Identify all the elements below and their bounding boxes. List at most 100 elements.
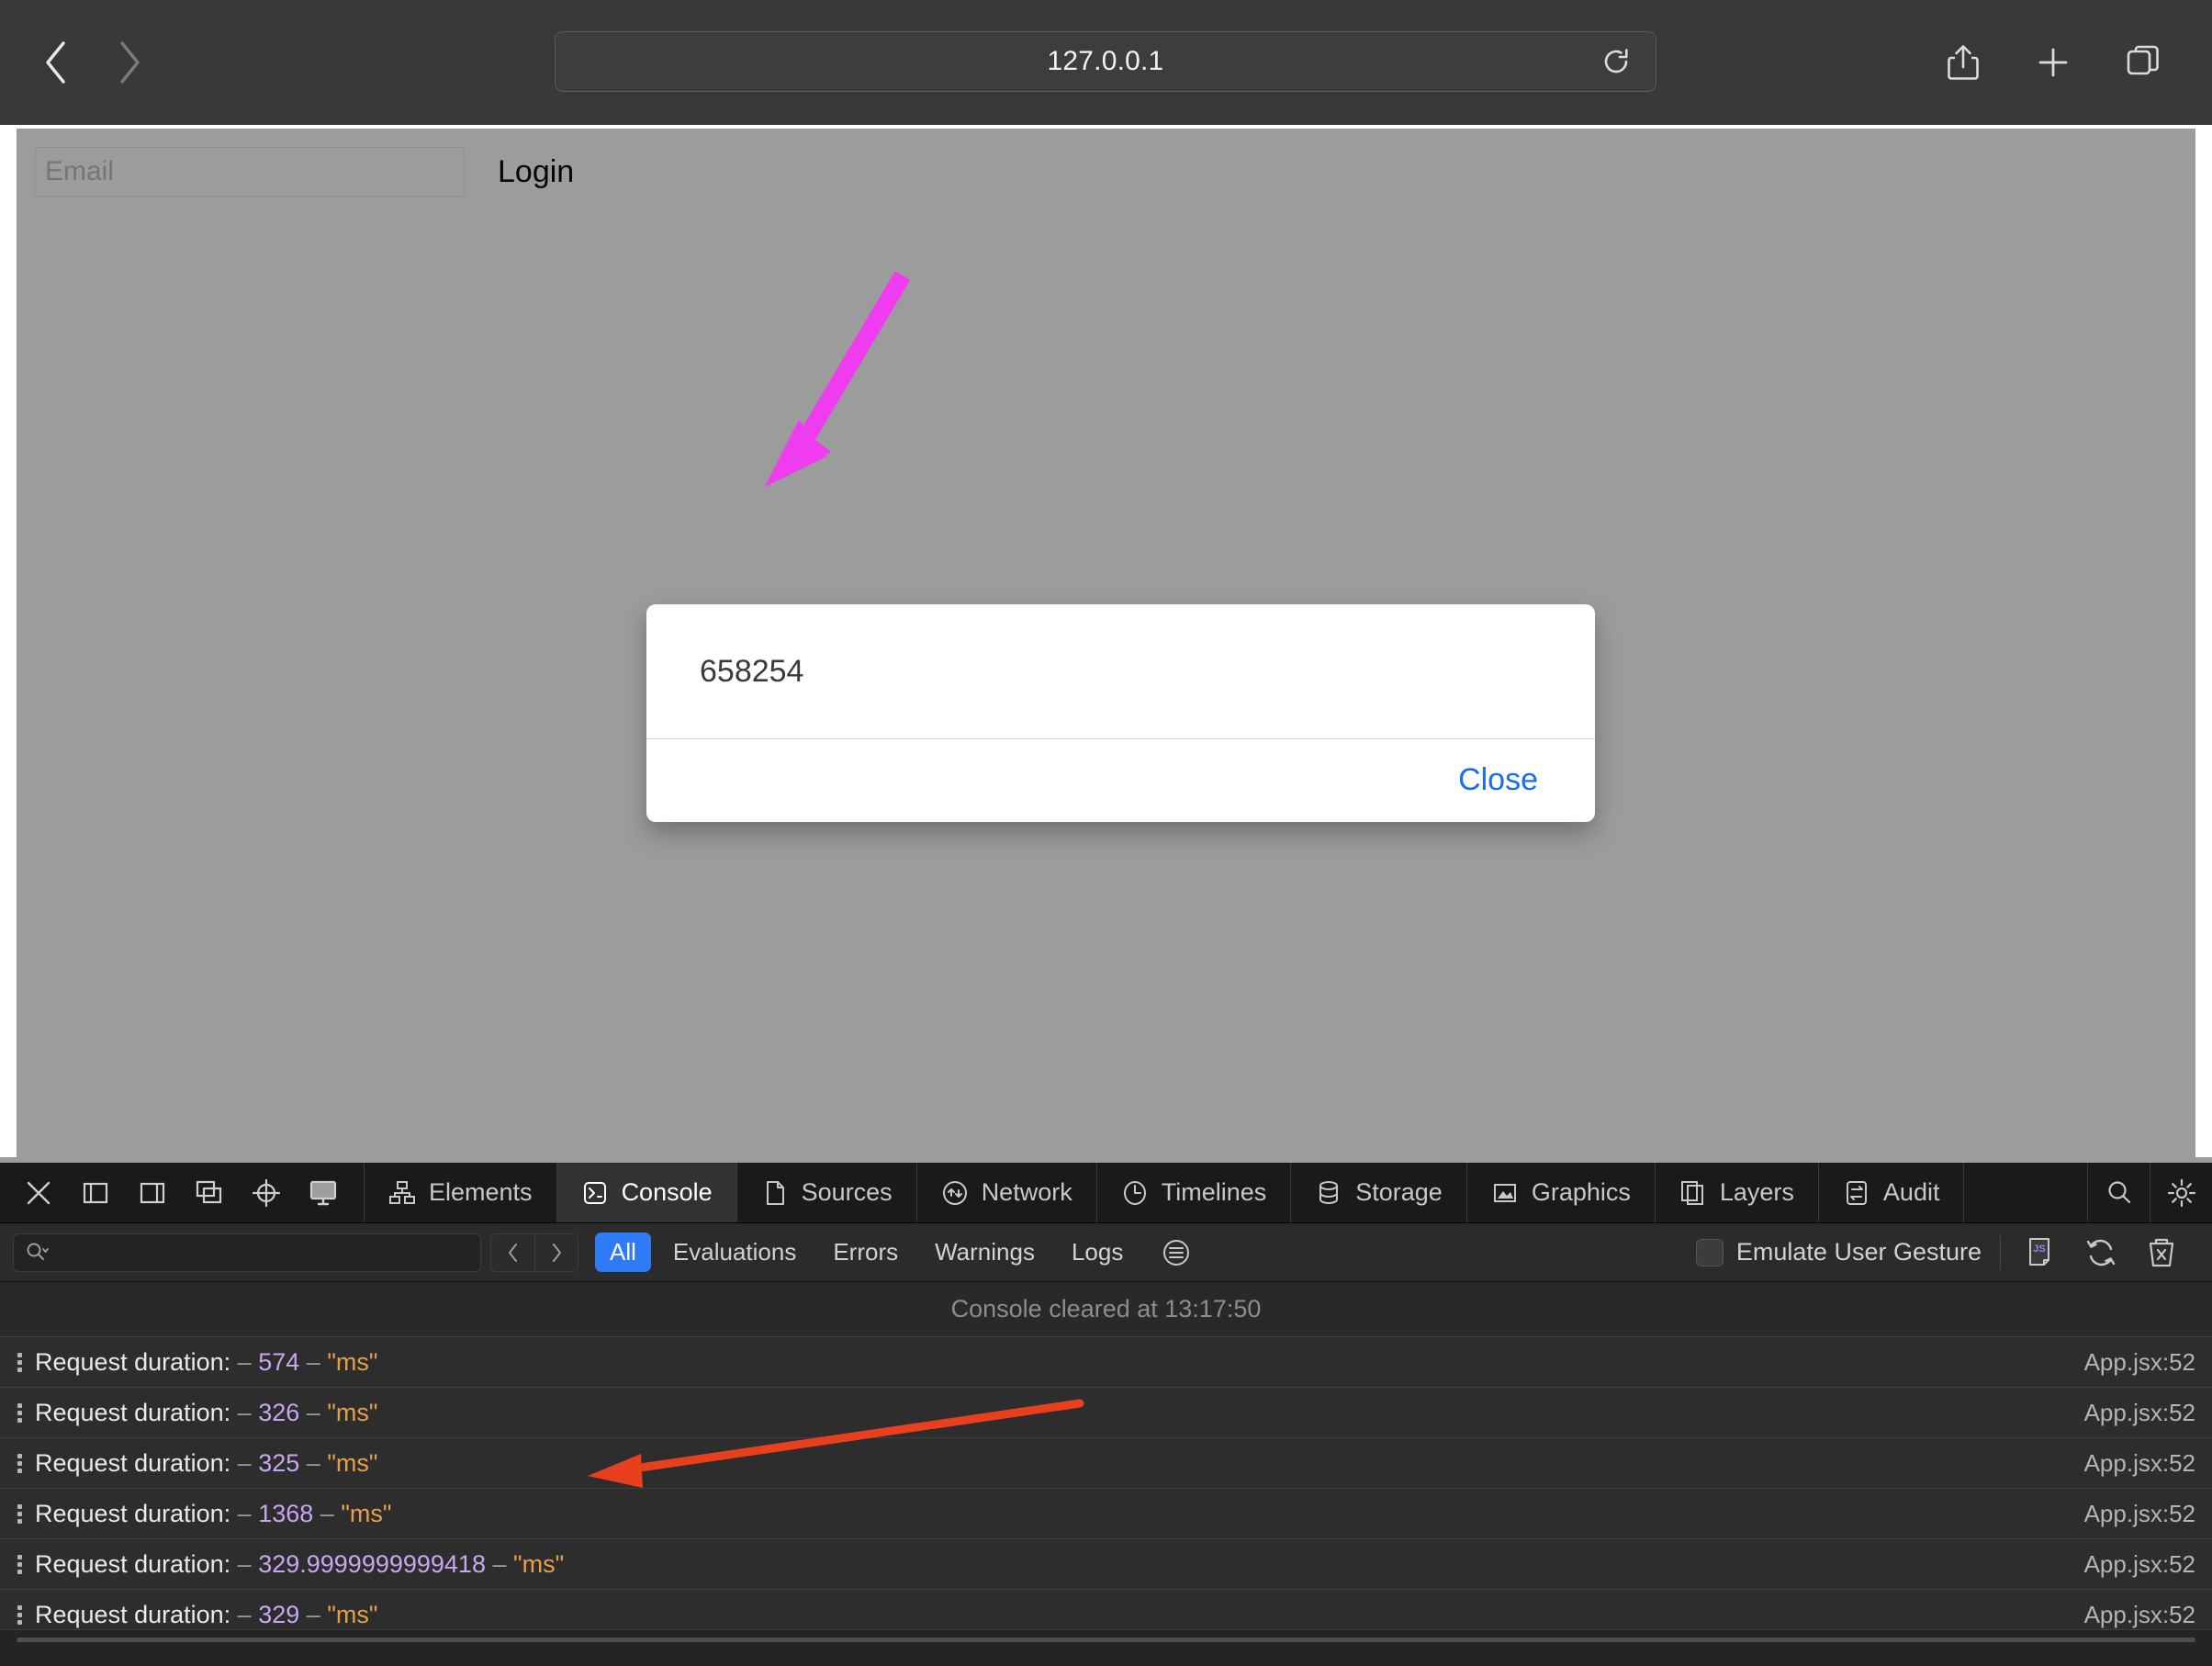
clear-console-button[interactable] (2140, 1232, 2183, 1274)
timelines-icon (1121, 1179, 1149, 1207)
devtools-search-button[interactable] (2087, 1163, 2150, 1222)
log-source-link[interactable]: App.jsx:52 (2084, 1601, 2195, 1629)
browser-toolbar: 127.0.0.1 (0, 0, 2212, 125)
console-search-box[interactable] (13, 1233, 481, 1272)
log-expand-handle[interactable] (9, 1555, 29, 1574)
devtools-tabbar-right (2087, 1163, 2212, 1222)
back-button[interactable] (35, 34, 75, 91)
log-source-link[interactable]: App.jsx:52 (2084, 1399, 2195, 1427)
log-label: Request duration: (35, 1500, 230, 1527)
log-expand-handle[interactable] (9, 1353, 29, 1372)
chevron-right-icon (548, 1242, 565, 1264)
log-value: 326 (258, 1399, 299, 1426)
horizontal-scrollbar[interactable] (17, 1638, 2195, 1642)
devtools-tabbar: Elements Console (0, 1163, 2212, 1223)
log-source-link[interactable]: App.jsx:52 (2084, 1348, 2195, 1377)
log-source-link[interactable]: App.jsx:52 (2084, 1550, 2195, 1579)
tab-graphics[interactable]: Graphics (1467, 1163, 1656, 1222)
undock-window-button[interactable] (191, 1175, 228, 1211)
log-label: Request duration: (35, 1399, 230, 1426)
filter-all[interactable]: All (595, 1233, 651, 1272)
forward-button[interactable] (110, 34, 151, 91)
preserve-log-icon (2084, 1236, 2117, 1269)
network-icon (941, 1179, 969, 1207)
js-context-button[interactable]: JS (2019, 1232, 2061, 1274)
close-icon (23, 1177, 54, 1209)
dialog-footer: Close (646, 739, 1595, 821)
log-value: 1368 (258, 1500, 313, 1527)
dock-right-icon (137, 1177, 168, 1209)
log-dash: – (238, 1449, 252, 1477)
filter-evaluations[interactable]: Evaluations (658, 1233, 811, 1272)
log-expand-handle[interactable] (9, 1605, 29, 1625)
clear-console-icon (2146, 1236, 2177, 1269)
log-source-link[interactable]: App.jsx:52 (2084, 1500, 2195, 1528)
console-filter-right: Emulate User Gesture JS (1696, 1232, 2199, 1274)
tab-label: Audit (1883, 1178, 1940, 1207)
log-message: Request duration: – 326 – "ms" (35, 1399, 378, 1427)
log-label: Request duration: (35, 1601, 230, 1628)
reload-button[interactable] (1597, 42, 1635, 81)
log-label: Request duration: (35, 1550, 230, 1578)
login-button[interactable]: Login (498, 154, 574, 190)
console-log-row[interactable]: Request duration: – 329.9999999999418 – … (0, 1538, 2212, 1589)
dock-left-button[interactable] (77, 1175, 114, 1211)
new-tab-button[interactable] (2032, 40, 2074, 84)
address-bar[interactable]: 127.0.0.1 (555, 31, 1656, 92)
tab-audit[interactable]: Audit (1819, 1163, 1965, 1222)
console-log-row[interactable]: Request duration: – 325 – "ms" App.jsx:5… (0, 1437, 2212, 1488)
console-icon (581, 1179, 609, 1207)
tab-network[interactable]: Network (917, 1163, 1097, 1222)
tab-storage[interactable]: Storage (1291, 1163, 1467, 1222)
tab-timelines[interactable]: Timelines (1097, 1163, 1292, 1222)
alert-dialog: 658254 Close (646, 604, 1595, 822)
tab-sources[interactable]: Sources (737, 1163, 917, 1222)
log-value: 329 (258, 1601, 299, 1628)
dock-right-button[interactable] (134, 1175, 171, 1211)
inspect-element-button[interactable] (248, 1175, 285, 1211)
log-message: Request duration: – 574 – "ms" (35, 1348, 378, 1377)
preserve-log-button[interactable] (2080, 1232, 2122, 1274)
tab-layers[interactable]: Layers (1656, 1163, 1819, 1222)
dock-left-icon (80, 1177, 111, 1209)
email-input[interactable] (35, 147, 465, 197)
chevron-left-icon (41, 39, 69, 85)
devtools-settings-button[interactable] (2150, 1163, 2212, 1222)
emulate-user-gesture-toggle[interactable]: Emulate User Gesture (1696, 1238, 1982, 1266)
filter-options-button[interactable] (1156, 1233, 1196, 1273)
emulate-checkbox[interactable] (1696, 1239, 1724, 1266)
console-log-row[interactable]: Request duration: – 574 – "ms" App.jsx:5… (0, 1336, 2212, 1387)
page-content: Login 658254 Close (17, 129, 2195, 1157)
log-dash: – (307, 1449, 320, 1477)
tab-elements[interactable]: Elements (365, 1163, 557, 1222)
log-expand-handle[interactable] (9, 1504, 29, 1524)
close-devtools-button[interactable] (20, 1175, 57, 1211)
log-expand-handle[interactable] (9, 1403, 29, 1423)
console-output[interactable]: Console cleared at 13:17:50 Request dura… (0, 1282, 2212, 1666)
filter-errors[interactable]: Errors (818, 1233, 913, 1272)
console-search-input[interactable] (56, 1240, 469, 1266)
share-button[interactable] (1942, 40, 1984, 84)
tab-console[interactable]: Console (557, 1163, 737, 1222)
log-dash: – (238, 1601, 252, 1628)
tab-label: Elements (429, 1178, 533, 1207)
filter-logs[interactable]: Logs (1057, 1233, 1138, 1272)
console-log-row[interactable]: Request duration: – 1368 – "ms" App.jsx:… (0, 1488, 2212, 1538)
log-message: Request duration: – 329.9999999999418 – … (35, 1550, 564, 1579)
tab-label: Graphics (1532, 1178, 1631, 1207)
console-log-row[interactable]: Request duration: – 326 – "ms" App.jsx:5… (0, 1387, 2212, 1437)
dialog-close-button[interactable]: Close (1458, 762, 1538, 798)
tab-overview-button[interactable] (2122, 40, 2164, 84)
log-source-link[interactable]: App.jsx:52 (2084, 1449, 2195, 1478)
search-next-button[interactable] (534, 1233, 578, 1272)
log-dash: – (307, 1399, 320, 1426)
log-expand-handle[interactable] (9, 1454, 29, 1473)
search-prev-button[interactable] (490, 1233, 534, 1272)
filter-warnings[interactable]: Warnings (920, 1233, 1050, 1272)
log-value: 325 (258, 1449, 299, 1477)
device-mode-button[interactable] (305, 1175, 342, 1211)
emulate-label: Emulate User Gesture (1736, 1238, 1982, 1266)
login-form: Login (17, 129, 2195, 197)
log-value: 574 (258, 1348, 299, 1376)
log-unit: "ms" (341, 1500, 391, 1527)
